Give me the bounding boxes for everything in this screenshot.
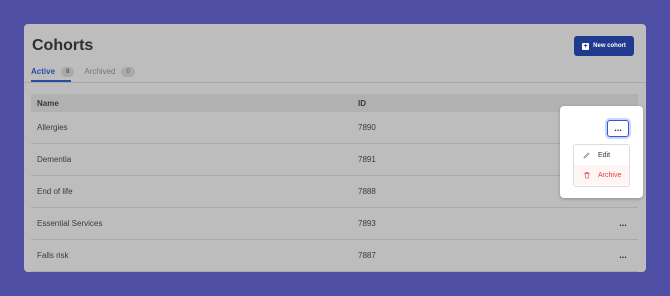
trash-icon — [584, 172, 590, 179]
row-actions-button[interactable]: ... — [608, 219, 638, 228]
actions-menu-popover: ... Edit Archive — [560, 106, 643, 198]
more-icon: ... — [614, 123, 622, 133]
cohorts-panel: Cohorts + New cohort Active 8 Archived 0… — [24, 24, 646, 272]
pencil-icon — [583, 152, 590, 159]
tabs: Active 8 Archived 0 — [31, 64, 135, 79]
table-row[interactable]: Essential Services 7893 ... — [31, 208, 638, 240]
cohort-name: Dementia — [37, 155, 72, 164]
actions-menu: Edit Archive — [573, 144, 630, 187]
table-row[interactable]: Dementia 7891 — [31, 144, 638, 176]
plus-icon: + — [582, 42, 590, 50]
cohort-id: 7893 — [358, 219, 376, 228]
cohort-name: Essential Services — [37, 219, 103, 228]
more-icon: ... — [619, 250, 627, 260]
row-actions-button[interactable]: ... — [608, 251, 638, 260]
edit-menu-item[interactable]: Edit — [574, 145, 629, 165]
new-cohort-button[interactable]: + New cohort — [574, 36, 634, 56]
active-row-actions-button[interactable]: ... — [607, 120, 629, 137]
tab-archived[interactable]: Archived 0 — [84, 64, 135, 79]
page-title: Cohorts — [32, 37, 94, 54]
header-name: Name — [37, 98, 59, 108]
tab-archived-label: Archived — [84, 67, 116, 76]
table-row[interactable]: Falls risk 7887 ... — [31, 240, 638, 272]
edit-label: Edit — [598, 151, 611, 159]
cohort-name: Allergies — [37, 123, 68, 132]
archive-menu-item[interactable]: Archive — [574, 165, 629, 185]
cohort-id: 7887 — [358, 251, 376, 260]
tab-active-count: 8 — [61, 66, 75, 77]
table-row[interactable]: Allergies 7890 — [31, 112, 638, 144]
tab-active[interactable]: Active 8 — [31, 64, 75, 79]
table-row[interactable]: End of life 7888 ... — [31, 176, 638, 208]
tabs-divider — [24, 82, 646, 83]
tab-archived-count: 0 — [121, 66, 135, 77]
cohort-name: Falls risk — [37, 251, 69, 260]
cohort-name: End of life — [37, 187, 73, 196]
archive-label: Archive — [598, 171, 622, 179]
table-header: Name ID — [31, 94, 638, 112]
cohorts-table: Name ID Allergies 7890 Dementia 7891 End… — [31, 94, 638, 272]
tab-active-label: Active — [31, 67, 56, 76]
more-icon: ... — [619, 218, 627, 228]
new-cohort-label: New cohort — [593, 43, 626, 49]
